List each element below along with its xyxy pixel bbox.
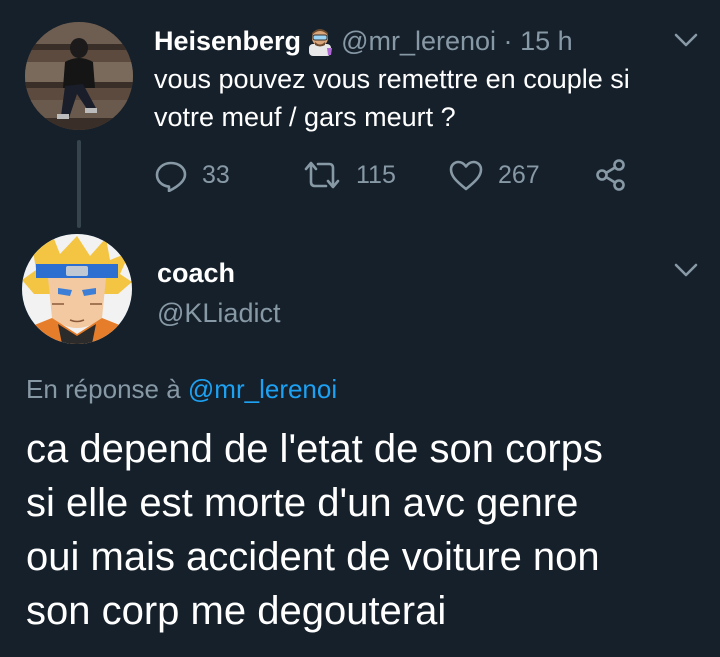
reply-text-line: son corp me degouterai bbox=[26, 589, 447, 633]
reply-to-prefix: En réponse à bbox=[26, 374, 181, 404]
avatar-photo bbox=[25, 22, 133, 130]
retweet-count: 115 bbox=[356, 160, 396, 189]
reply-text-line: si elle est morte d'un avc genre bbox=[26, 481, 579, 525]
reply-icon bbox=[155, 161, 187, 192]
retweet-button[interactable]: 115 bbox=[302, 155, 396, 195]
like-button[interactable]: 267 bbox=[448, 155, 540, 195]
reply-text-line: oui mais accident de voiture non bbox=[26, 535, 600, 579]
avatar[interactable] bbox=[25, 22, 133, 130]
retweet-icon bbox=[304, 161, 340, 189]
like-icon bbox=[449, 160, 483, 191]
user-handle[interactable]: @mr_lerenoi bbox=[341, 26, 496, 56]
reply-context: En réponse à @mr_lerenoi bbox=[26, 372, 337, 406]
reply-to-mention-link[interactable]: @mr_lerenoi bbox=[188, 374, 337, 404]
reply-text: ca depend de l'etat de son corps si elle… bbox=[26, 422, 706, 638]
reply-count: 33 bbox=[202, 160, 230, 189]
tweet-timestamp[interactable]: 15 h bbox=[520, 26, 573, 56]
avatar[interactable] bbox=[22, 234, 132, 344]
original-tweet[interactable]: Heisenberg @mr_lerenoi · 15 h vous pouve… bbox=[0, 0, 720, 228]
like-count: 267 bbox=[498, 160, 540, 189]
display-name[interactable]: coach bbox=[157, 256, 235, 290]
chevron-down-icon[interactable] bbox=[673, 32, 699, 48]
reply-text-line: ca depend de l'etat de son corps bbox=[26, 427, 603, 471]
reply-button[interactable]: 33 bbox=[154, 155, 230, 195]
separator-dot: · bbox=[503, 26, 513, 56]
tweet-header: Heisenberg @mr_lerenoi · 15 h bbox=[154, 24, 573, 64]
share-button[interactable] bbox=[594, 155, 628, 195]
thread-connector-line bbox=[77, 140, 81, 228]
user-handle[interactable]: @KLiadict bbox=[157, 296, 280, 330]
chevron-down-icon[interactable] bbox=[673, 262, 699, 278]
scientist-emoji-icon bbox=[305, 26, 335, 64]
tweet-text: vous pouvez vous remettre en couple si v… bbox=[154, 64, 630, 132]
display-name[interactable]: Heisenberg bbox=[154, 26, 301, 56]
share-icon bbox=[596, 159, 625, 191]
tweet-actions-bar: 33 115 267 bbox=[154, 155, 654, 195]
avatar-photo bbox=[22, 234, 132, 344]
